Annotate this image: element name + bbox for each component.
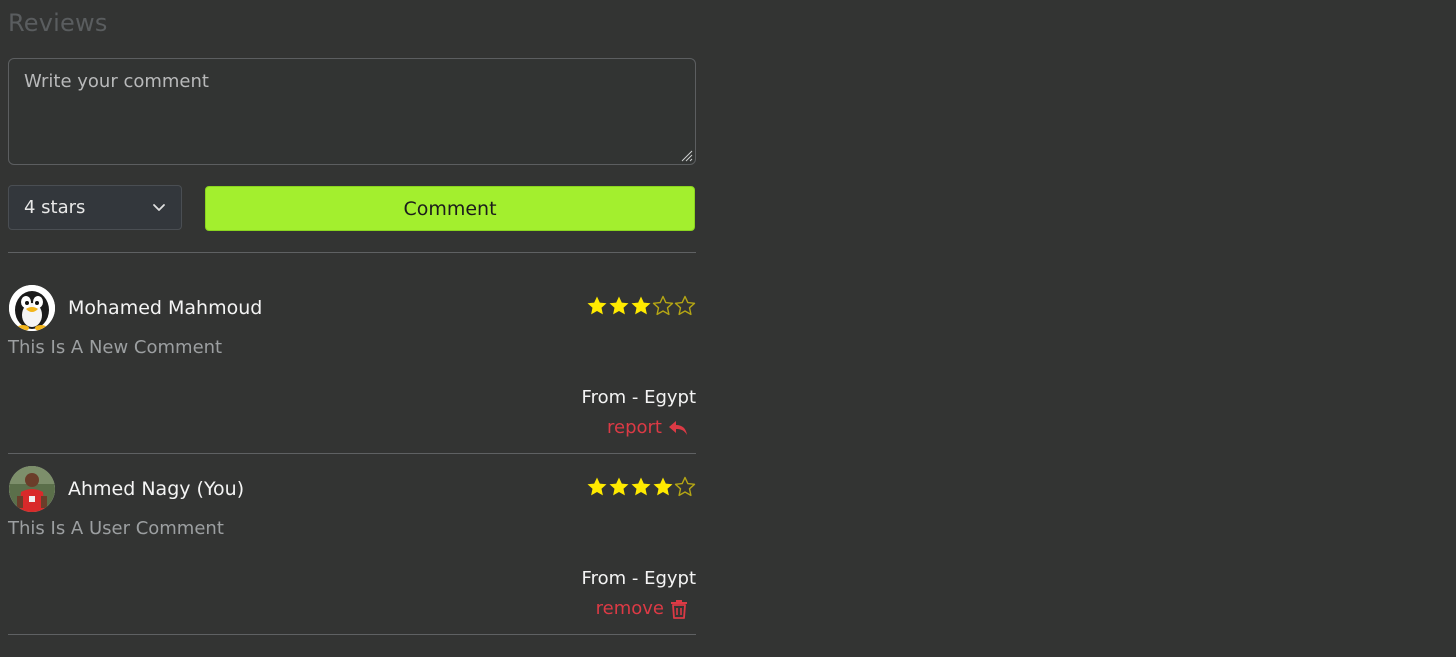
star-rating xyxy=(586,295,696,319)
reply-arrow-icon xyxy=(669,421,687,435)
review-author: Mohamed Mahmoud xyxy=(68,297,263,319)
remove-label: remove xyxy=(595,598,664,619)
resize-grip-icon[interactable] xyxy=(679,148,693,162)
divider xyxy=(8,252,696,253)
divider xyxy=(8,453,696,454)
star-empty-icon xyxy=(652,295,674,316)
reviews-heading: Reviews xyxy=(8,9,108,37)
report-button[interactable]: report xyxy=(607,415,688,441)
star-filled-icon xyxy=(631,477,651,496)
star-filled-icon xyxy=(653,477,673,496)
star-filled-icon xyxy=(631,296,651,315)
rating-select[interactable]: 4 stars xyxy=(8,185,182,230)
review-item: Ahmed Nagy (You) This Is A User Comment … xyxy=(8,466,696,646)
report-label: report xyxy=(607,417,662,438)
trash-icon xyxy=(671,600,687,619)
divider xyxy=(8,634,696,635)
rating-select-value: 4 stars xyxy=(24,197,86,218)
chevron-down-icon xyxy=(153,203,165,211)
review-author: Ahmed Nagy (You) xyxy=(68,478,245,500)
comment-textarea-wrapper xyxy=(8,58,696,165)
comment-input[interactable] xyxy=(9,59,695,164)
review-origin: From - Egypt xyxy=(581,568,696,589)
review-comment: This Is A User Comment xyxy=(8,518,224,539)
review-item: Mohamed Mahmoud This Is A New Comment Fr… xyxy=(8,285,696,465)
star-rating xyxy=(586,476,696,500)
star-filled-icon xyxy=(587,477,607,496)
comment-submit-button[interactable]: Comment xyxy=(205,186,695,231)
review-comment: This Is A New Comment xyxy=(8,337,223,358)
star-filled-icon xyxy=(609,296,629,315)
user-photo-avatar[interactable] xyxy=(9,466,55,512)
star-filled-icon xyxy=(609,477,629,496)
star-empty-icon xyxy=(674,476,696,497)
star-empty-icon xyxy=(674,295,696,316)
star-filled-icon xyxy=(587,296,607,315)
review-origin: From - Egypt xyxy=(581,387,696,408)
remove-button[interactable]: remove xyxy=(596,596,688,622)
penguin-avatar[interactable] xyxy=(9,285,55,331)
